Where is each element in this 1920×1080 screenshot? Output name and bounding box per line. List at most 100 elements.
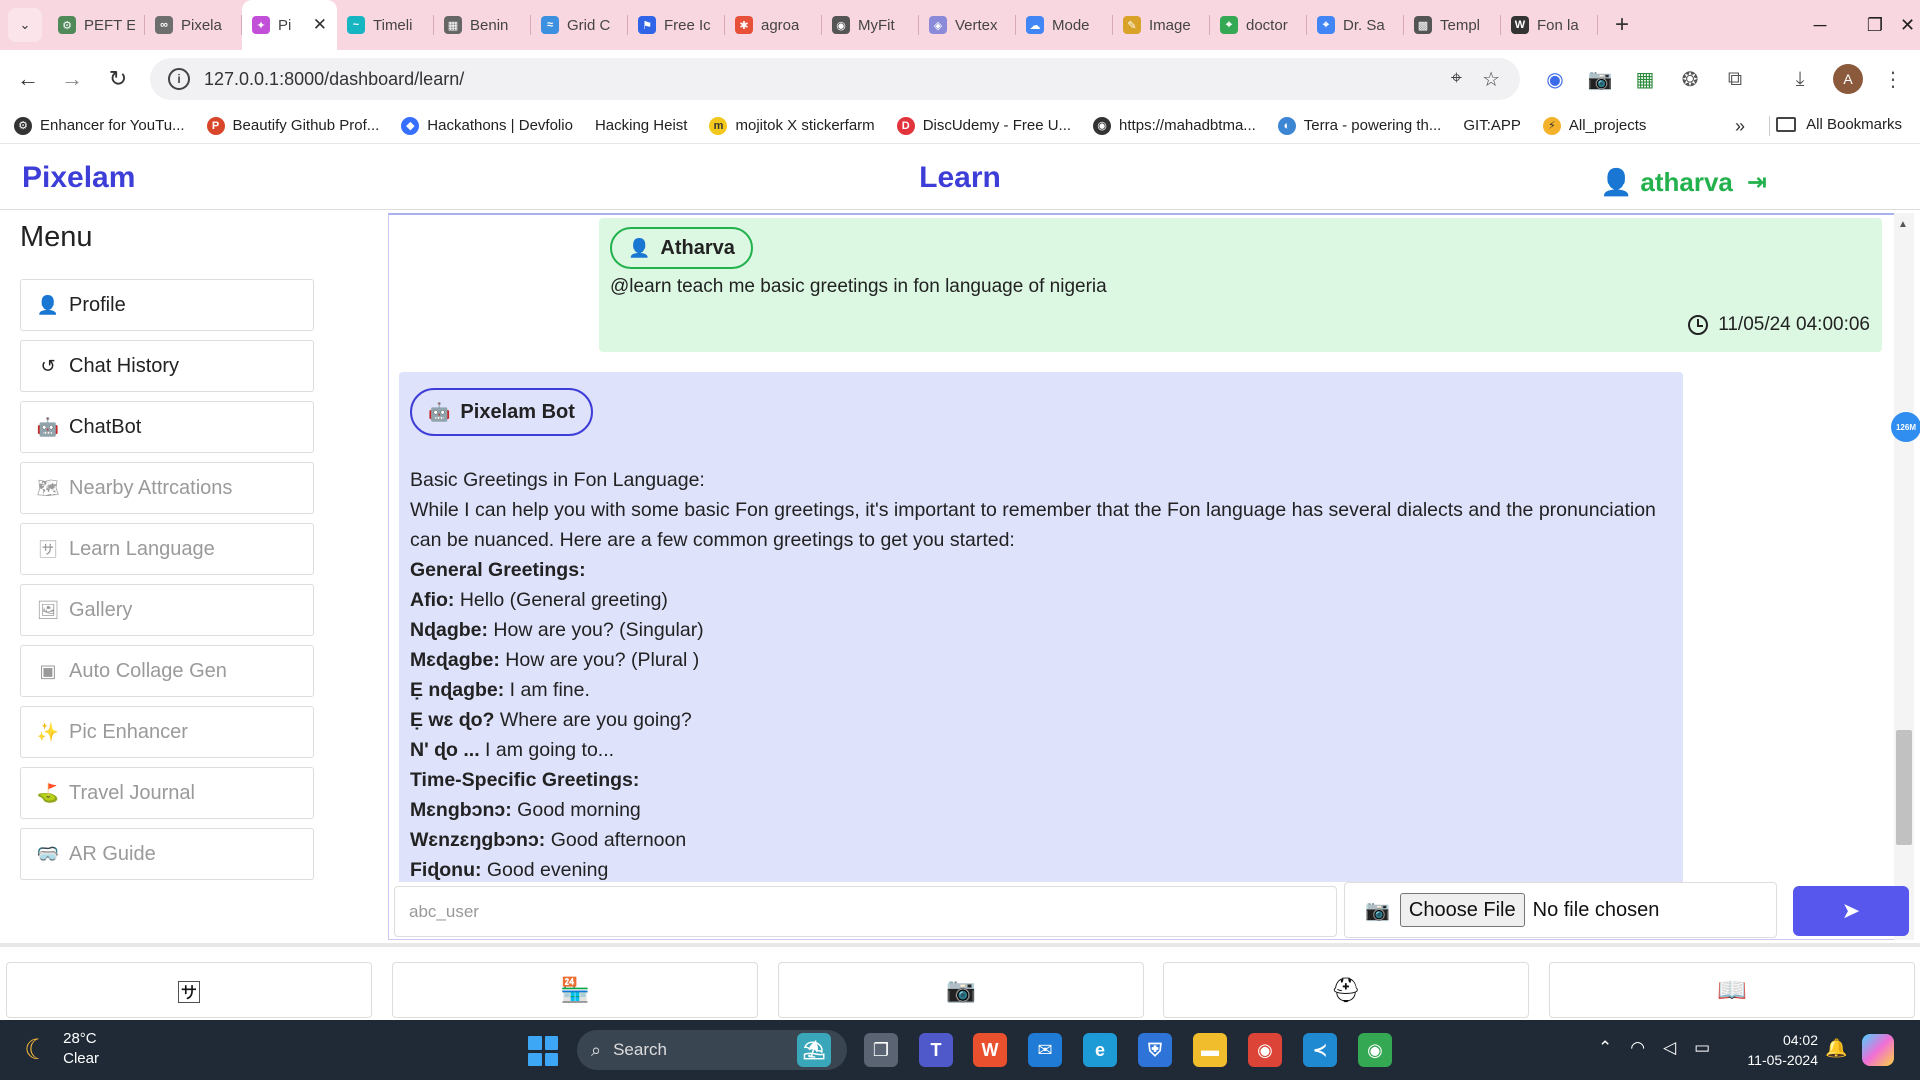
taskbar-clock[interactable]: 04:02 11-05-2024 [1738,1030,1818,1070]
reload-button[interactable]: ↻ [96,57,140,101]
tab[interactable]: ▦ Benin [434,0,531,50]
bookmark-item[interactable]: Hacking Heist [595,117,688,134]
tab-title: Templ [1440,16,1481,34]
bookmark-item[interactable]: D DiscUdemy - Free U... [896,116,1071,135]
sidebar-item-pic-enhancer[interactable]: ✨ Pic Enhancer [20,706,314,758]
bottom-nav-button[interactable]: 📖 [1549,962,1915,1018]
extension-circle-icon[interactable]: ◉ [1540,64,1570,94]
mail-icon[interactable]: ✉ [1028,1033,1062,1067]
vscode-icon[interactable]: ≺ [1303,1033,1337,1067]
tab[interactable]: ⚙ PEFT E [48,0,145,50]
task-view-icon[interactable]: ❐ [864,1033,898,1067]
tab[interactable]: ✱ agroa [725,0,822,50]
close-tab-icon[interactable]: ✕ [313,15,327,35]
scroll-up-arrow-icon[interactable]: ▲ [1898,219,1908,230]
sidebar-item-gallery[interactable]: 🖼 Gallery [20,584,314,636]
extensions-puzzle-icon[interactable]: ⧉ [1720,64,1750,94]
bookmark-star-icon[interactable]: ☆ [1482,67,1500,92]
forward-button[interactable]: → [50,57,94,101]
bookmark-label: Terra - powering th... [1303,117,1442,134]
bookmarks-overflow-icon[interactable]: » [1735,116,1745,137]
sidebar-item-auto-collage-gen[interactable]: ▣ Auto Collage Gen [20,645,314,697]
bookmark-favicon-icon: P [206,116,225,135]
address-bar[interactable]: i 127.0.0.1:8000/dashboard/learn/ ⌖ ☆ [150,58,1520,100]
tab[interactable]: ◈ Vertex [919,0,1016,50]
teams-icon[interactable]: T [919,1033,953,1067]
office-icon[interactable]: W [973,1033,1007,1067]
tab[interactable]: ⌖ doctor [1210,0,1307,50]
chevron-up-icon[interactable]: ⌃ [1598,1038,1612,1058]
site-info-icon[interactable]: i [168,68,190,90]
bookmark-item[interactable]: P Beautify Github Prof... [206,116,379,135]
tab-title: Benin [470,16,509,34]
tab-active[interactable]: ✦ Pi ✕ [242,0,337,50]
extension-camera-icon[interactable]: 📷 [1585,64,1615,94]
close-window-button[interactable]: ✕ [1895,0,1920,50]
tab[interactable]: ≈ Grid C [531,0,628,50]
tab-search-button[interactable]: ⌄ [8,8,42,42]
bookmark-favicon-icon: ⚡ [1542,116,1561,135]
bot-message-line: Ẹ wɛ ɖo? Where are you going? [410,705,1660,735]
tab[interactable]: ⌖ Dr. Sa [1307,0,1404,50]
bottom-nav-button[interactable]: 🈂 [6,962,372,1018]
battery-icon[interactable]: ▭ [1694,1038,1710,1058]
tab[interactable]: ⚑ Free Ic [628,0,725,50]
sidebar-item-profile[interactable]: 👤 Profile [20,279,314,331]
tab[interactable]: ◉ MyFit [822,0,919,50]
bookmark-item[interactable]: ◆ Hackathons | Devfolio [401,116,573,135]
minimize-button[interactable]: ─ [1795,0,1845,50]
sidebar-item-label: Auto Collage Gen [69,659,227,682]
file-explorer-icon[interactable]: ▬ [1193,1033,1227,1067]
new-tab-button[interactable]: + [1604,7,1640,43]
tab[interactable]: ~ Timeli [337,0,434,50]
send-button[interactable]: ➤ [1793,886,1909,936]
tab[interactable]: ☁ Mode [1016,0,1113,50]
chrome-profile-icon[interactable]: ◉ [1358,1033,1392,1067]
profile-avatar[interactable]: A [1833,64,1863,94]
back-button[interactable]: ← [6,57,50,101]
bottom-nav-button[interactable]: 📷 [778,962,1144,1018]
bookmark-item[interactable]: ⚡ All_projects [1542,116,1646,135]
chrome-icon[interactable]: ◉ [1248,1033,1282,1067]
bottom-nav-button[interactable]: 🏪 [392,962,758,1018]
sidebar-item-travel-journal[interactable]: ⛳ Travel Journal [20,767,314,819]
windows-start-icon[interactable] [528,1036,558,1066]
maximize-button[interactable]: ❐ [1850,0,1900,50]
tab[interactable]: ▩ Templ [1404,0,1501,50]
extension-brain-icon[interactable]: ❂ [1675,64,1705,94]
beach-widget-icon[interactable]: ⛱ [797,1033,831,1067]
notification-bell-icon[interactable]: 🔔 [1825,1038,1847,1059]
bookmark-item[interactable]: ⚙ Enhancer for YouTu... [14,116,185,135]
copilot-icon[interactable] [1862,1034,1894,1066]
tab[interactable]: ∞ Pixela [145,0,242,50]
sidebar-item-ar-guide[interactable]: 🥽 AR Guide [20,828,314,880]
floating-memory-badge[interactable]: 126M [1891,412,1920,442]
bottom-nav-button[interactable]: ⛑ [1163,962,1529,1018]
bookmark-item[interactable]: ◉ https://mahadbtma... [1093,116,1256,135]
sidebar-item-learn-language[interactable]: 🈂 Learn Language [20,523,314,575]
location-icon[interactable]: ⌖ [1451,67,1462,92]
tab[interactable]: ✎ Image [1113,0,1210,50]
user-menu[interactable]: 👤 atharva ⇥ [1600,167,1767,198]
tab[interactable]: W Fon la [1501,0,1598,50]
sidebar-item-nearby-attrcations[interactable]: 🗺 Nearby Attrcations [20,462,314,514]
security-icon[interactable]: ⛨ [1138,1033,1172,1067]
sidebar-item-chat-history[interactable]: ↺ Chat History [20,340,314,392]
bot-message-line: Fiɖonu: Good evening [410,855,1660,882]
logout-icon[interactable]: ⇥ [1747,168,1767,197]
wifi-icon[interactable]: ◠ [1630,1038,1645,1058]
browser-menu-icon[interactable]: ⋮ [1878,64,1908,94]
all-bookmarks-button[interactable]: All Bookmarks [1776,116,1902,133]
bookmark-item[interactable]: ◐ Terra - powering th... [1277,116,1442,135]
choose-file-button[interactable]: Choose File [1399,893,1525,927]
volume-icon[interactable]: ◁ [1663,1038,1676,1058]
scrollbar-thumb[interactable] [1896,730,1912,845]
extension-calendar-icon[interactable]: ▦ [1630,64,1660,94]
bookmark-item[interactable]: m mojitok X stickerfarm [709,116,875,135]
bookmark-item[interactable]: GIT:APP [1463,117,1521,134]
message-input[interactable] [394,886,1337,937]
sidebar-item-chatbot[interactable]: 🤖 ChatBot [20,401,314,453]
weather-widget[interactable]: ☾ 28°C Clear [24,1029,99,1069]
download-icon[interactable]: ⤓ [1785,64,1815,94]
edge-icon[interactable]: e [1083,1033,1117,1067]
